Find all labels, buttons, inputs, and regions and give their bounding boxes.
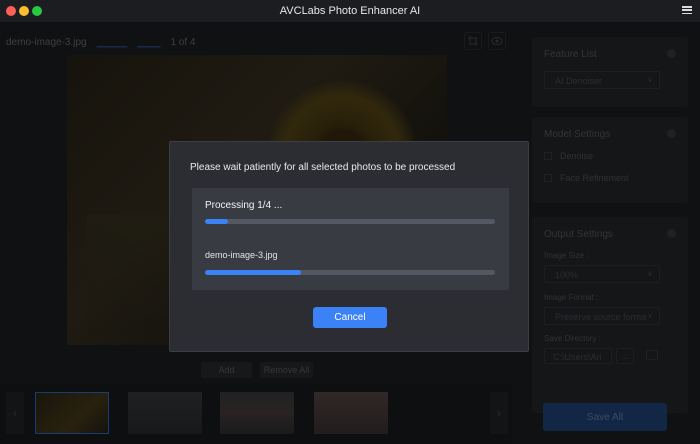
- dialog-message: Please wait patiently for all selected p…: [190, 162, 456, 173]
- processing-status: Processing 1/4 ...: [205, 200, 283, 211]
- processing-dialog: Please wait patiently for all selected p…: [169, 141, 529, 352]
- file-progress-bar: [205, 270, 495, 275]
- file-progress-fill: [205, 270, 301, 275]
- progress-panel: Processing 1/4 ... demo-image-3.jpg: [192, 188, 509, 290]
- cancel-button[interactable]: Cancel: [313, 307, 387, 328]
- overall-progress-bar: [205, 219, 495, 224]
- app-title: AVCLabs Photo Enhancer AI: [279, 5, 421, 17]
- title-bar: AVCLabs Photo Enhancer AI: [0, 0, 700, 22]
- hamburger-menu-icon[interactable]: [682, 4, 692, 16]
- overall-progress-fill: [205, 219, 229, 224]
- current-file-label: demo-image-3.jpg: [205, 250, 278, 260]
